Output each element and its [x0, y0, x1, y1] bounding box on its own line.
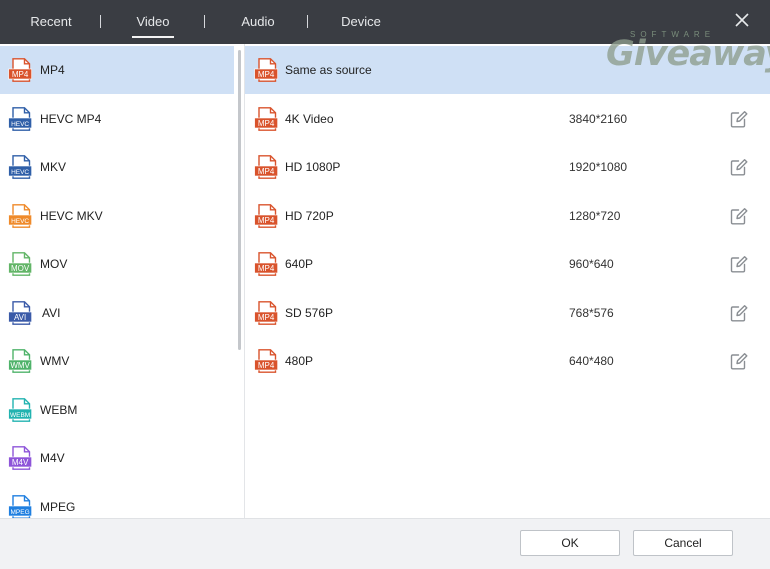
format-list-scrollbar[interactable] — [237, 44, 243, 518]
mp4-file-icon: MP4 — [254, 106, 280, 134]
preset-name: HD 1080P — [285, 160, 341, 174]
format-item-label: WEBM — [40, 402, 78, 417]
mp4-file-icon: MP4 — [254, 203, 280, 231]
svg-text:MP4: MP4 — [258, 167, 275, 176]
svg-text:M4V: M4V — [12, 458, 29, 467]
preset-resolution: 1280*720 — [569, 208, 621, 223]
preset-resolution: 640*480 — [569, 354, 614, 368]
edit-icon[interactable] — [729, 351, 749, 371]
preset-item[interactable]: MP4 480P 640*480 — [245, 337, 770, 385]
cancel-button[interactable]: Cancel — [633, 530, 733, 556]
format-item-label: AVI — [42, 305, 61, 320]
preset-item[interactable]: MP4 4K Video 3840*2160 — [245, 95, 770, 143]
tab-audio[interactable]: Audio — [240, 0, 276, 44]
format-item-label: M4V — [40, 451, 65, 465]
mp4-file-icon: MP4 — [254, 58, 280, 85]
preset-name: Same as source — [285, 63, 372, 77]
close-icon[interactable] — [732, 10, 752, 30]
dialog-footer: OK Cancel — [0, 518, 770, 569]
preset-resolution: 768*576 — [569, 305, 614, 320]
preset-resolution: 3840*2160 — [569, 111, 628, 126]
tab-video[interactable]: Video — [132, 0, 174, 44]
edit-icon[interactable] — [729, 157, 749, 177]
svg-text:HEVC: HEVC — [11, 121, 29, 128]
mp4-file-icon: MP4 — [8, 58, 34, 85]
format-item-wmv[interactable]: WMV WMV — [0, 337, 234, 385]
preset-item[interactable]: MP4 Same as source — [245, 46, 770, 94]
preset-list: MP4 Same as source MP4 4K Video 3840*2160 MP4… — [244, 44, 770, 518]
preset-item[interactable]: MP4 640P 960*640 — [245, 240, 770, 288]
format-item-label: MPEG — [40, 499, 76, 514]
preset-name: 4K Video — [285, 111, 334, 126]
mp4-file-icon: MP4 — [254, 349, 280, 376]
wmv-file-icon: WMV — [8, 349, 34, 376]
ok-button[interactable]: OK — [520, 530, 620, 556]
svg-text:MP4: MP4 — [12, 70, 29, 79]
mp4-file-icon: MP4 — [254, 252, 280, 279]
tab-separator — [307, 15, 308, 28]
tab-bar: Recent Video Audio Device — [0, 0, 770, 44]
format-item-mp4[interactable]: MP4 MP4 — [0, 46, 234, 94]
mp4-file-icon: MP4 — [254, 155, 280, 182]
edit-icon[interactable] — [729, 254, 749, 274]
format-item-mpeg[interactable]: MPEG MPEG — [0, 483, 234, 518]
format-list: MP4 MP4 HEVC HEVC MP4 HEVC MKV HEVC HEVC MKV MOV… — [0, 44, 240, 518]
preset-resolution: 960*640 — [569, 257, 614, 271]
format-item-hevc-mkv[interactable]: HEVC HEVC MKV — [0, 192, 234, 240]
preset-name: 640P — [285, 257, 314, 271]
scrollbar-thumb[interactable] — [238, 50, 241, 350]
svg-text:MP4: MP4 — [258, 119, 275, 128]
svg-text:HEVC: HEVC — [11, 218, 29, 225]
svg-text:MP4: MP4 — [258, 313, 275, 322]
preset-item[interactable]: MP4 SD 576P 768*576 — [245, 289, 770, 337]
tab-separator — [100, 15, 101, 28]
svg-text:MP4: MP4 — [258, 216, 275, 225]
format-item-hevc-mp4[interactable]: HEVC HEVC MP4 — [0, 95, 234, 143]
preset-item[interactable]: MP4 HD 1080P 1920*1080 — [245, 143, 770, 191]
svg-text:MPEG: MPEG — [11, 509, 30, 516]
hevc-mkv-file-icon: HEVC — [8, 203, 34, 231]
hevc-mp4-file-icon: HEVC — [8, 106, 34, 134]
preset-name: HD 720P — [285, 208, 334, 223]
tab-device[interactable]: Device — [340, 0, 382, 44]
avi-file-icon: AVI — [8, 300, 34, 328]
format-item-label: MP4 — [40, 63, 65, 77]
format-item-mkv[interactable]: HEVC MKV — [0, 143, 234, 191]
format-item-label: HEVC MP4 — [40, 111, 102, 126]
svg-text:MP4: MP4 — [258, 264, 275, 273]
preset-name: SD 576P — [285, 305, 334, 320]
edit-icon[interactable] — [729, 206, 749, 226]
format-item-m4v[interactable]: M4V M4V — [0, 434, 234, 482]
format-item-label: HEVC MKV — [40, 208, 103, 223]
m4v-file-icon: M4V — [8, 446, 34, 473]
format-item-label: MOV — [40, 257, 68, 271]
webm-file-icon: WEBM — [8, 397, 34, 425]
format-item-label: WMV — [40, 354, 70, 368]
svg-text:WEBM: WEBM — [10, 412, 30, 419]
svg-text:HEVC: HEVC — [11, 169, 29, 176]
preset-name: 480P — [285, 354, 314, 368]
svg-text:MOV: MOV — [11, 264, 30, 273]
mpeg-file-icon: MPEG — [8, 494, 34, 518]
mov-file-icon: MOV — [8, 252, 34, 279]
edit-icon[interactable] — [729, 109, 749, 129]
preset-resolution: 1920*1080 — [569, 160, 628, 174]
svg-text:AVI: AVI — [14, 313, 26, 322]
format-item-label: MKV — [40, 160, 67, 174]
format-item-avi[interactable]: AVI AVI — [0, 289, 234, 337]
preset-item[interactable]: MP4 HD 720P 1280*720 — [245, 192, 770, 240]
edit-icon[interactable] — [729, 303, 749, 323]
mkv-file-icon: HEVC — [8, 155, 34, 182]
svg-text:MP4: MP4 — [258, 70, 275, 79]
format-item-webm[interactable]: WEBM WEBM — [0, 386, 234, 434]
tab-separator — [204, 15, 205, 28]
svg-text:MP4: MP4 — [258, 361, 275, 370]
mp4-file-icon: MP4 — [254, 300, 280, 328]
svg-text:WMV: WMV — [10, 361, 30, 370]
format-item-mov[interactable]: MOV MOV — [0, 240, 234, 288]
tab-recent[interactable]: Recent — [30, 0, 72, 44]
